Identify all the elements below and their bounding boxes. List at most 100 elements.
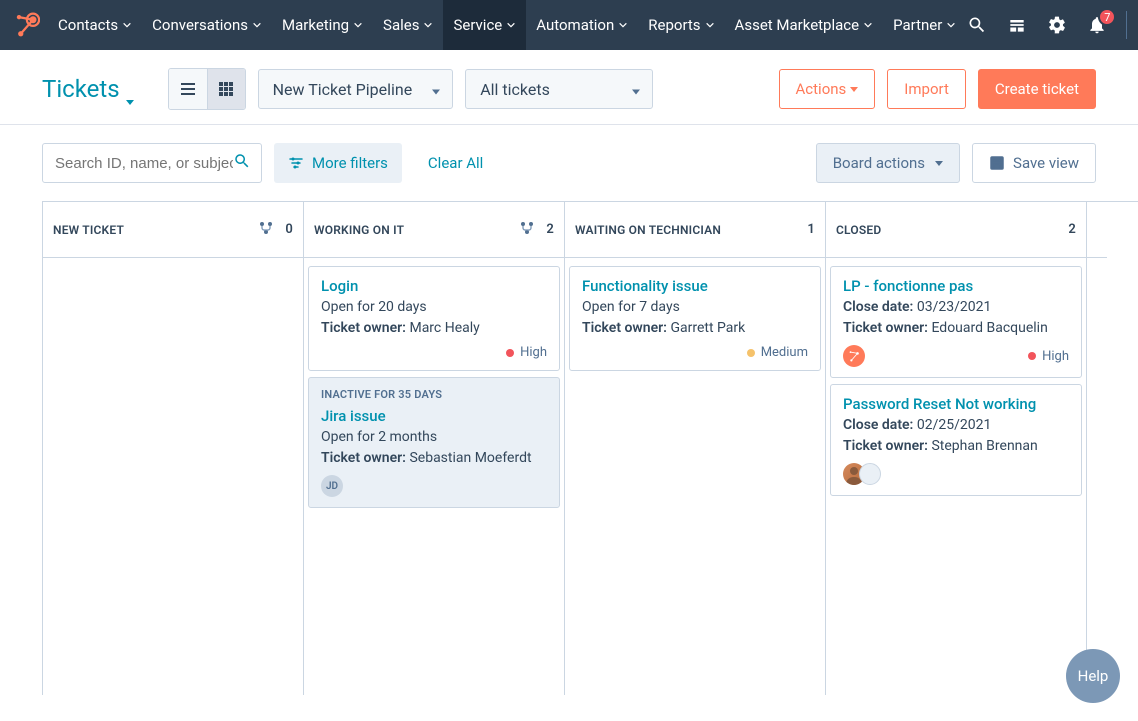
ticket-owner: Stephan Brennan — [931, 438, 1037, 454]
column-header: WAITING ON TECHNICIAN 1 — [565, 202, 825, 258]
branch-icon — [259, 221, 273, 238]
column-header: NEW TICKET 0 — [43, 202, 303, 258]
column-name: CLOSED — [836, 223, 1062, 237]
board-actions-button[interactable]: Board actions — [816, 143, 960, 183]
close-date: 03/23/2021 — [917, 299, 992, 315]
column-name: WORKING ON IT — [314, 223, 520, 237]
nav-item-sales[interactable]: Sales — [373, 0, 443, 50]
ticket-title: Password Reset Not working — [843, 395, 1069, 413]
column-name: NEW TICKET — [53, 223, 259, 237]
list-view-button[interactable] — [169, 69, 207, 109]
kanban-board: NEW TICKET 0 WORKING ON IT 2 LoginOpen for 2… — [42, 201, 1138, 695]
priority-badge: Medium — [747, 345, 808, 360]
ticket-title: Login — [321, 277, 547, 295]
close-date-label: Close date: — [843, 417, 913, 433]
nav-item-conversations[interactable]: Conversations — [142, 0, 272, 50]
view-filter-selector[interactable]: All tickets — [465, 69, 653, 109]
help-button[interactable]: Help — [1066, 649, 1120, 703]
close-date-label: Close date: — [843, 299, 913, 315]
company-avatar — [843, 345, 865, 367]
column-body[interactable]: LoginOpen for 20 daysTicket owner: Marc … — [304, 258, 564, 695]
ticket-title: Functionality issue — [582, 277, 808, 295]
actions-button[interactable]: Actions — [779, 69, 876, 109]
priority-badge: High — [506, 345, 547, 360]
nav-item-automation[interactable]: Automation — [526, 0, 638, 50]
ticket-card[interactable]: Password Reset Not working Close date: 02… — [830, 384, 1082, 496]
chevron-down-icon — [248, 16, 262, 34]
nav-item-asset-marketplace[interactable]: Asset Marketplace — [725, 0, 884, 50]
ticket-status: Open for 7 days — [582, 297, 808, 318]
view-switch — [168, 68, 246, 110]
page-header: Tickets New Ticket Pipeline All tickets … — [0, 50, 1138, 125]
settings-icon[interactable] — [1046, 14, 1068, 36]
priority-dot — [1028, 352, 1036, 360]
ticket-card[interactable]: LoginOpen for 20 daysTicket owner: Marc … — [308, 266, 560, 371]
column-count: 1 — [807, 222, 815, 237]
priority-dot — [747, 349, 755, 357]
owner-label: Ticket owner: — [321, 450, 406, 466]
company-avatar: JD — [321, 475, 343, 497]
ticket-card[interactable]: Functionality issueOpen for 7 daysTicket… — [569, 266, 821, 371]
close-date: 02/25/2021 — [917, 417, 992, 433]
board-view-button[interactable] — [207, 69, 245, 109]
ticket-card[interactable]: LP - fonctionne pas Close date: 03/23/202… — [830, 266, 1082, 378]
search-icon[interactable] — [233, 152, 251, 174]
nav-item-marketing[interactable]: Marketing — [272, 0, 373, 50]
notification-count-badge: 7 — [1098, 8, 1116, 26]
priority-label: Medium — [761, 345, 808, 360]
column-body[interactable] — [43, 258, 303, 695]
column-count: 0 — [285, 222, 293, 237]
nav-item-service[interactable]: Service — [443, 0, 526, 50]
inactive-label: INACTIVE FOR 35 DAYS — [321, 388, 547, 401]
avatar-stack — [843, 463, 881, 485]
clear-all-button[interactable]: Clear All — [414, 143, 497, 183]
import-button[interactable]: Import — [887, 69, 966, 109]
more-filters-button[interactable]: More filters — [274, 143, 402, 183]
search-input[interactable] — [55, 155, 233, 172]
board-wrap: NEW TICKET 0 WORKING ON IT 2 LoginOpen for 2… — [0, 201, 1138, 695]
page-title: Tickets — [42, 75, 120, 103]
branch-icon — [520, 221, 534, 238]
ticket-owner: Garrett Park — [670, 320, 745, 336]
priority-badge: High — [1028, 349, 1069, 364]
board-column: CLOSED2 LP - fonctionne pas Close date: 03… — [826, 202, 1087, 695]
column-name: WAITING ON TECHNICIAN — [575, 223, 801, 237]
chevron-down-icon — [118, 16, 132, 34]
chevron-down-icon — [614, 16, 628, 34]
board-column: NEW TICKET 0 — [43, 202, 304, 695]
create-ticket-button[interactable]: Create ticket — [978, 69, 1096, 109]
ticket-owner: Marc Healy — [409, 320, 479, 336]
column-count: 2 — [546, 222, 554, 237]
owner-label: Ticket owner: — [843, 320, 928, 336]
pipeline-selector[interactable]: New Ticket Pipeline — [258, 69, 454, 109]
ticket-title: LP - fonctionne pas — [843, 277, 1069, 295]
divider — [1126, 11, 1127, 39]
page-title-dropdown[interactable]: Tickets — [42, 75, 138, 103]
nav-item-contacts[interactable]: Contacts — [48, 0, 142, 50]
save-view-button[interactable]: Save view — [972, 143, 1096, 183]
hubspot-logo[interactable] — [12, 11, 40, 39]
chevron-down-icon — [701, 16, 715, 34]
ticket-title: Jira issue — [321, 407, 547, 425]
nav-item-reports[interactable]: Reports — [638, 0, 724, 50]
chevron-down-icon — [349, 16, 363, 34]
search-icon[interactable] — [966, 14, 988, 36]
owner-label: Ticket owner: — [843, 438, 928, 454]
column-body[interactable]: LP - fonctionne pas Close date: 03/23/202… — [826, 258, 1086, 695]
board-column-partial — [1087, 202, 1099, 695]
notifications-icon[interactable]: 7 — [1086, 14, 1108, 36]
ticket-owner: Edouard Bacquelin — [931, 320, 1047, 336]
contact-avatar — [859, 463, 881, 485]
owner-label: Ticket owner: — [321, 320, 406, 336]
ticket-owner: Sebastian Moeferdt — [409, 450, 531, 466]
marketplace-icon[interactable] — [1006, 14, 1028, 36]
ticket-card[interactable]: INACTIVE FOR 35 DAYSJira issueOpen for 2… — [308, 377, 560, 508]
priority-dot — [506, 349, 514, 357]
filter-bar: More filters Clear All Board actions Sav… — [0, 125, 1138, 201]
chevron-down-icon — [942, 16, 956, 34]
top-navigation: ContactsConversationsMarketingSalesServi… — [0, 0, 1138, 50]
column-body[interactable]: Functionality issueOpen for 7 daysTicket… — [565, 258, 825, 695]
nav-item-partner[interactable]: Partner — [883, 0, 966, 50]
chevron-down-icon — [502, 16, 516, 34]
column-header: CLOSED2 — [826, 202, 1086, 258]
